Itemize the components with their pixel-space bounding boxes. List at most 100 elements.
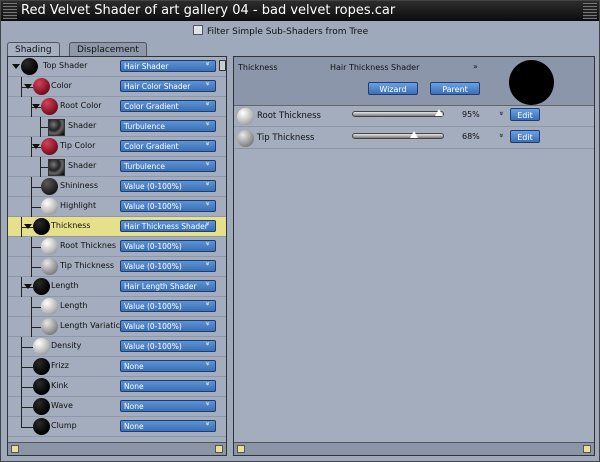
tree-row[interactable]: Length Variatic Value (0-100%) » — [8, 317, 226, 337]
expand-toggle-icon[interactable] — [24, 284, 32, 289]
scroll-right-button[interactable] — [583, 445, 591, 453]
window-grip-icon[interactable] — [3, 3, 17, 19]
chevron-down-icon[interactable]: » — [497, 111, 506, 116]
wizard-button[interactable]: Wizard — [368, 82, 418, 95]
window-resize-grip-icon[interactable] — [583, 3, 597, 19]
tree-row[interactable]: Shininess Value (0-100%) » — [8, 177, 226, 197]
tree-row[interactable]: Shader Turbulence » — [8, 157, 226, 177]
dropdown-value: Color Gradient — [124, 102, 179, 111]
tree-row[interactable]: Root Thicknes Value (0-100%) » — [8, 237, 226, 257]
tree-row[interactable]: Thickness Hair Thickness Shader» — [8, 217, 226, 237]
tree-row[interactable]: Tip Thickness Value (0-100%) » — [8, 257, 226, 277]
grey-sphere-icon — [41, 318, 58, 335]
filter-label: Filter Simple Sub-Shaders from Tree — [207, 27, 369, 37]
scroll-left-button[interactable] — [237, 445, 245, 453]
tree-row[interactable]: Highlight Value (0-100%) » — [8, 197, 226, 217]
chevron-down-icon: » — [203, 401, 212, 406]
tree-row-label: Frizz — [51, 361, 69, 370]
tree-row[interactable]: Wave None » — [8, 397, 226, 417]
filter-checkbox[interactable] — [193, 25, 203, 35]
dropdown-value: Value (0-100%) — [124, 262, 182, 271]
white-sphere-icon — [33, 338, 50, 355]
shader-editor-window: Red Velvet Shader of art gallery 04 - ba… — [0, 0, 600, 462]
edit-button[interactable]: Edit — [510, 130, 540, 143]
shader-type-dropdown[interactable]: None » — [120, 420, 216, 432]
tree-connector — [21, 427, 33, 428]
chevron-down-icon: » — [203, 361, 212, 366]
tree-row[interactable]: Tip Color Color Gradient » — [8, 137, 226, 157]
tree-row-label: Highlight — [60, 201, 97, 210]
shader-type-dropdown[interactable]: None » — [120, 380, 216, 392]
chevron-down-icon: » — [203, 121, 212, 126]
collapse-chevron-icon[interactable]: » — [473, 62, 478, 71]
tree-row[interactable]: Frizz None » — [8, 357, 226, 377]
shader-type-dropdown[interactable]: Hair Length Shader » — [120, 280, 216, 292]
shader-type-dropdown[interactable]: Value (0-100%) » — [120, 180, 216, 192]
parent-button[interactable]: Parent — [430, 82, 480, 95]
shader-type-dropdown[interactable]: None » — [120, 400, 216, 412]
tree-row[interactable]: Density Value (0-100%) » — [8, 337, 226, 357]
shader-type-dropdown[interactable]: Value (0-100%) » — [120, 300, 216, 312]
shader-type-dropdown[interactable]: Value (0-100%) » — [120, 320, 216, 332]
tree-row-label: Top Shader — [43, 61, 88, 70]
scroll-right-button[interactable] — [215, 445, 223, 453]
shader-type-dropdown[interactable]: Color Gradient » — [120, 100, 216, 112]
expand-toggle-icon[interactable] — [32, 144, 40, 149]
tree-row[interactable]: Length Hair Length Shader » — [8, 277, 226, 297]
delete-shader-icon[interactable] — [219, 60, 226, 71]
white-sphere-icon — [41, 298, 58, 315]
chevron-down-icon: » — [203, 101, 212, 106]
dropdown-value: Hair Length Shader — [124, 282, 197, 291]
shader-type-dropdown[interactable]: Value (0-100%) » — [120, 240, 216, 252]
parameter-slider[interactable] — [352, 131, 444, 139]
detail-horizontal-scrollbar[interactable] — [234, 442, 594, 455]
shader-type-dropdown[interactable]: Turbulence » — [120, 160, 216, 172]
tree-row[interactable]: Root Color Color Gradient » — [8, 97, 226, 117]
tree-connector — [21, 417, 22, 427]
chevron-down-icon[interactable]: » — [497, 133, 506, 138]
slider-thumb-icon[interactable] — [410, 131, 419, 138]
chevron-down-icon: » — [203, 321, 212, 326]
filter-option[interactable]: Filter Simple Sub-Shaders from Tree — [193, 25, 368, 38]
tab-displacement[interactable]: Displacement — [69, 42, 147, 57]
slider-thumb-icon[interactable] — [434, 109, 443, 116]
shader-type-dropdown[interactable]: Value (0-100%) » — [120, 200, 216, 212]
tree-row-label: Kink — [51, 381, 69, 390]
expand-toggle-icon[interactable] — [24, 224, 32, 229]
grey-sphere-icon — [237, 130, 254, 147]
expand-toggle-icon[interactable] — [32, 104, 40, 109]
shader-type-dropdown[interactable]: Value (0-100%) » — [120, 260, 216, 272]
tree-row[interactable]: Kink None » — [8, 377, 226, 397]
tree-horizontal-scrollbar[interactable] — [8, 442, 226, 455]
tree-row-label: Color — [51, 81, 72, 90]
parameter-slider[interactable] — [352, 109, 444, 117]
tree-row[interactable]: Length Value (0-100%) » — [8, 297, 226, 317]
edit-button[interactable]: Edit — [510, 108, 540, 121]
white-sphere-icon — [237, 108, 254, 125]
shader-type-dropdown[interactable]: Turbulence » — [120, 120, 216, 132]
expand-toggle-icon[interactable] — [24, 84, 32, 89]
shader-type-dropdown[interactable]: None » — [120, 360, 216, 372]
shader-type-dropdown[interactable]: Value (0-100%) » — [120, 340, 216, 352]
tree-row[interactable]: Shader Turbulence » — [8, 117, 226, 137]
tree-row[interactable]: Clump None » — [8, 417, 226, 437]
expand-toggle-icon[interactable] — [12, 64, 20, 69]
tree-connector — [31, 207, 41, 208]
chevron-down-icon: » — [203, 221, 212, 226]
tab-shading[interactable]: Shading — [7, 42, 60, 57]
tree-row-label: Shader — [68, 161, 97, 170]
shader-type-dropdown[interactable]: Hair Thickness Shader» — [120, 220, 216, 232]
tree-row-label: Tip Thickness — [60, 261, 115, 270]
shader-type-dropdown[interactable]: Hair Color Shader » — [120, 80, 216, 92]
shader-type-dropdown[interactable]: Color Gradient » — [120, 140, 216, 152]
black-sphere-icon — [33, 418, 50, 435]
shader-type-dropdown[interactable]: Hair Shader » — [120, 60, 216, 72]
red-sphere-icon — [41, 98, 58, 115]
scroll-left-button[interactable] — [11, 445, 19, 453]
title-bar[interactable]: Red Velvet Shader of art gallery 04 - ba… — [1, 1, 599, 21]
tree-row[interactable]: Top Shader Hair Shader » — [8, 57, 226, 77]
tree-connector — [40, 167, 48, 168]
dropdown-value: None — [124, 422, 144, 431]
black-sphere-icon — [21, 58, 38, 75]
tree-row[interactable]: Color Hair Color Shader » — [8, 77, 226, 97]
